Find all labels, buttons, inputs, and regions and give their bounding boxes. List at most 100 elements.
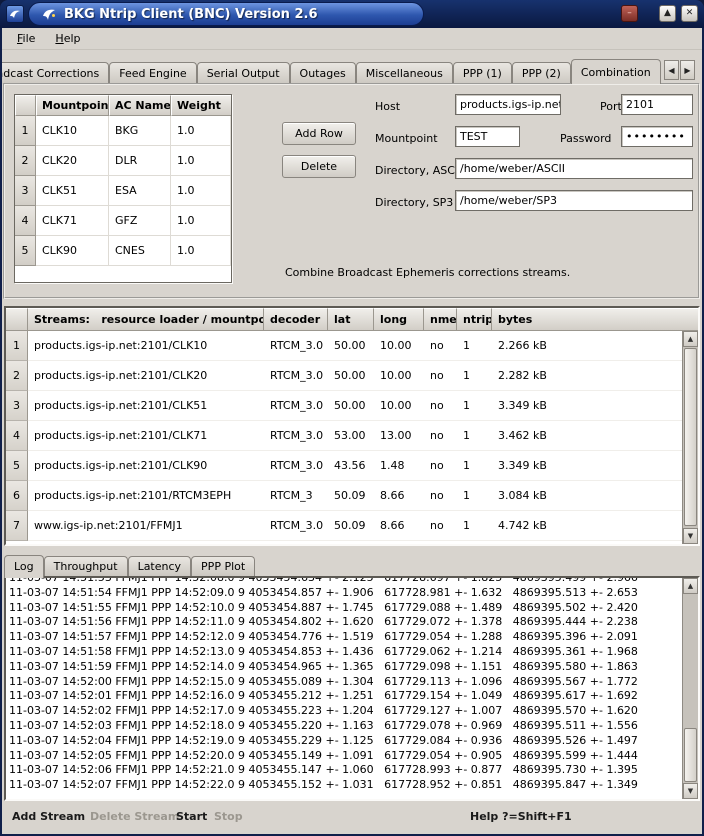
dir-ascii-input[interactable]: /home/weber/ASCII [455, 158, 693, 179]
cell-ntrip[interactable]: 1 [457, 361, 492, 391]
window-menu-icon[interactable] [6, 5, 24, 23]
cell-nmea[interactable]: no [424, 331, 457, 361]
cell-long[interactable]: 10.00 [374, 331, 424, 361]
cell-source[interactable]: products.igs-ip.net:2101/CLK90 [28, 451, 264, 481]
tab-scroll-right-icon[interactable]: ▶ [680, 60, 695, 80]
tab-outages[interactable]: Outages [290, 62, 356, 84]
log-scrollbar[interactable]: ▲ ▼ [682, 578, 698, 799]
col-decoder[interactable]: decoder [264, 308, 328, 331]
cell-nmea[interactable]: no [424, 361, 457, 391]
password-input[interactable]: •••••••• [621, 126, 693, 147]
menu-help[interactable]: Help [46, 29, 89, 48]
tab-scroll-left-icon[interactable]: ◀ [664, 60, 679, 80]
cell-long[interactable]: 8.66 [374, 481, 424, 511]
table-row[interactable]: 1 CLK10 BKG 1.0 [15, 116, 231, 146]
cell-source[interactable]: products.igs-ip.net:2101/CLK10 [28, 331, 264, 361]
host-input[interactable]: products.igs-ip.net [455, 94, 561, 115]
maximize-icon[interactable]: ▲ [659, 5, 676, 22]
cell-long[interactable]: 1.48 [374, 451, 424, 481]
cell-lat[interactable]: 50.00 [328, 391, 374, 421]
tab-throughput[interactable]: Throughput [44, 556, 128, 576]
cell-bytes[interactable]: 3.462 kB [492, 421, 682, 451]
col-nmea[interactable]: nmea [424, 308, 457, 331]
stream-row[interactable]: 5 products.igs-ip.net:2101/CLK90 RTCM_3.… [6, 451, 682, 481]
stream-row[interactable]: 6 products.igs-ip.net:2101/RTCM3EPH RTCM… [6, 481, 682, 511]
cell-lat[interactable]: 50.00 [328, 331, 374, 361]
tab-ppp-plot[interactable]: PPP Plot [191, 556, 255, 576]
cell-ntrip[interactable]: 1 [457, 451, 492, 481]
cell-long[interactable]: 8.66 [374, 511, 424, 541]
tab-serial-output[interactable]: Serial Output [197, 62, 290, 84]
stream-row[interactable]: 2 products.igs-ip.net:2101/CLK20 RTCM_3.… [6, 361, 682, 391]
cell-mountpoint[interactable]: CLK71 [36, 206, 109, 236]
cell-weight[interactable]: 1.0 [171, 146, 231, 176]
close-icon[interactable]: ✕ [681, 5, 698, 22]
tab-miscellaneous[interactable]: Miscellaneous [356, 62, 453, 84]
cell-ac-name[interactable]: DLR [109, 146, 171, 176]
cell-decoder[interactable]: RTCM_3.0 [264, 421, 328, 451]
tab-broadcast-corrections[interactable]: Broadcast Corrections [2, 62, 109, 84]
cell-bytes[interactable]: 4.742 kB [492, 511, 682, 541]
cell-source[interactable]: products.igs-ip.net:2101/CLK20 [28, 361, 264, 391]
cell-nmea[interactable]: no [424, 511, 457, 541]
cell-nmea[interactable]: no [424, 421, 457, 451]
cell-ac-name[interactable]: CNES [109, 236, 171, 266]
stream-row[interactable]: 4 products.igs-ip.net:2101/CLK71 RTCM_3.… [6, 421, 682, 451]
title-bar[interactable]: BKG Ntrip Client (BNC) Version 2.6 – ▲ ✕ [0, 0, 704, 28]
cell-decoder[interactable]: RTCM_3.0 [264, 361, 328, 391]
cell-long[interactable]: 10.00 [374, 361, 424, 391]
streams-scrollbar[interactable]: ▲ ▼ [682, 331, 698, 544]
stream-row[interactable]: 3 products.igs-ip.net:2101/CLK51 RTCM_3.… [6, 391, 682, 421]
cell-ac-name[interactable]: ESA [109, 176, 171, 206]
cell-weight[interactable]: 1.0 [171, 236, 231, 266]
table-row[interactable]: 2 CLK20 DLR 1.0 [15, 146, 231, 176]
cell-long[interactable]: 10.00 [374, 391, 424, 421]
cell-decoder[interactable]: RTCM_3.0 [264, 511, 328, 541]
scroll-up-icon[interactable]: ▲ [683, 578, 698, 594]
scrollbar-thumb[interactable] [684, 728, 697, 782]
cell-decoder[interactable]: RTCM_3.0 [264, 451, 328, 481]
port-input[interactable]: 2101 [621, 94, 693, 115]
cell-decoder[interactable]: RTCM_3.0 [264, 331, 328, 361]
cell-weight[interactable]: 1.0 [171, 206, 231, 236]
cell-mountpoint[interactable]: CLK20 [36, 146, 109, 176]
cell-mountpoint[interactable]: CLK90 [36, 236, 109, 266]
cell-long[interactable]: 13.00 [374, 421, 424, 451]
cell-nmea[interactable]: no [424, 451, 457, 481]
dir-sp3-input[interactable]: /home/weber/SP3 [455, 190, 693, 211]
col-ac-name[interactable]: AC Name [109, 95, 171, 116]
cell-bytes[interactable]: 3.084 kB [492, 481, 682, 511]
cell-lat[interactable]: 50.09 [328, 511, 374, 541]
cell-lat[interactable]: 43.56 [328, 451, 374, 481]
scroll-up-icon[interactable]: ▲ [683, 331, 698, 347]
add-row-button[interactable]: Add Row [282, 122, 356, 145]
cell-ntrip[interactable]: 1 [457, 511, 492, 541]
col-streams-source[interactable]: Streams: resource loader / mountpoint [28, 308, 264, 331]
minimize-icon[interactable]: – [621, 5, 638, 22]
cell-ntrip[interactable]: 1 [457, 391, 492, 421]
cell-lat[interactable]: 50.00 [328, 361, 374, 391]
col-weight[interactable]: Weight [171, 95, 231, 116]
cell-source[interactable]: products.igs-ip.net:2101/CLK71 [28, 421, 264, 451]
cell-decoder[interactable]: RTCM_3.0 [264, 391, 328, 421]
cell-bytes[interactable]: 2.266 kB [492, 331, 682, 361]
tab-latency[interactable]: Latency [128, 556, 191, 576]
col-bytes[interactable]: bytes [492, 308, 698, 331]
cell-weight[interactable]: 1.0 [171, 176, 231, 206]
tab-log[interactable]: Log [4, 555, 44, 578]
start-button[interactable]: Start [176, 810, 207, 823]
stream-row[interactable]: 1 products.igs-ip.net:2101/CLK10 RTCM_3.… [6, 331, 682, 361]
col-long[interactable]: long [374, 308, 424, 331]
tab-ppp-1[interactable]: PPP (1) [453, 62, 512, 84]
delete-button[interactable]: Delete [282, 155, 356, 178]
scroll-down-icon[interactable]: ▼ [683, 783, 698, 799]
col-ntrip[interactable]: ntrip [457, 308, 492, 331]
cell-ntrip[interactable]: 1 [457, 481, 492, 511]
cell-ntrip[interactable]: 1 [457, 421, 492, 451]
stream-row[interactable]: 7 www.igs-ip.net:2101/FFMJ1 RTCM_3.0 50.… [6, 511, 682, 541]
mountpoint-input[interactable]: TEST [455, 126, 520, 147]
scroll-down-icon[interactable]: ▼ [683, 528, 698, 544]
cell-source[interactable]: www.igs-ip.net:2101/FFMJ1 [28, 511, 264, 541]
cell-mountpoint[interactable]: CLK10 [36, 116, 109, 146]
cell-mountpoint[interactable]: CLK51 [36, 176, 109, 206]
